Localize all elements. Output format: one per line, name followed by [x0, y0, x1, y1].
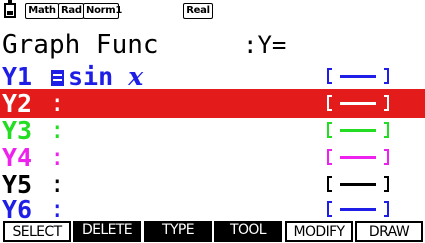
line-style-indicator[interactable] — [327, 201, 389, 219]
right-bracket-icon — [384, 68, 389, 84]
function-row-y4[interactable]: Y4: — [0, 143, 425, 172]
battery-icon — [4, 0, 16, 18]
fkey-modify-button[interactable]: MODIFY — [285, 221, 353, 242]
right-bracket-icon — [384, 201, 389, 217]
function-label: Y3 — [2, 116, 33, 145]
left-bracket-icon — [327, 95, 332, 111]
function-key-bar: SELECT DELETE TYPE TOOL MODIFY DRAW — [0, 219, 425, 243]
status-bar: Math Rad Norm1 Real — [0, 0, 425, 22]
line-style-indicator[interactable] — [327, 122, 389, 140]
line-style-icon — [340, 156, 376, 159]
line-style-indicator[interactable] — [327, 68, 389, 86]
line-style-icon — [340, 208, 376, 211]
left-bracket-icon — [327, 68, 332, 84]
right-bracket-icon — [384, 122, 389, 138]
function-colon: : — [50, 89, 65, 117]
right-bracket-icon — [384, 176, 389, 192]
graph-selected-equals-icon[interactable] — [51, 70, 64, 86]
fkey-select-button[interactable]: SELECT — [3, 221, 71, 242]
function-row-y2[interactable]: Y2: — [0, 89, 425, 118]
display-format-badge: Norm1 — [83, 3, 122, 19]
line-style-icon — [340, 75, 376, 78]
calculator-screen: Math Rad Norm1 Real Graph Func :Y= Y1 sin… — [0, 0, 425, 243]
fkey-draw-button[interactable]: DRAW — [355, 221, 423, 242]
line-style-icon — [340, 183, 376, 186]
right-bracket-icon — [384, 95, 389, 111]
line-style-icon — [340, 102, 376, 105]
function-label: Y2 — [2, 89, 33, 118]
line-style-indicator[interactable] — [327, 176, 389, 194]
fkey-tool-button[interactable]: TOOL — [214, 221, 282, 242]
function-row-y3[interactable]: Y3: — [0, 116, 425, 145]
left-bracket-icon — [327, 201, 332, 217]
page-title-suffix: :Y= — [243, 31, 287, 59]
fkey-delete-button[interactable]: DELETE — [73, 221, 141, 242]
right-bracket-icon — [384, 149, 389, 165]
function-colon: : — [50, 143, 65, 171]
line-style-indicator[interactable] — [327, 149, 389, 167]
line-style-indicator[interactable] — [327, 95, 389, 113]
function-expression[interactable]: sin x — [68, 62, 143, 91]
expression-function-name: sin — [68, 62, 129, 91]
complex-mode-badge: Real — [183, 3, 213, 19]
left-bracket-icon — [327, 122, 332, 138]
expression-variable: x — [128, 62, 144, 91]
line-style-icon — [340, 129, 376, 132]
fkey-type-button[interactable]: TYPE — [144, 221, 212, 242]
page-title: Graph Func — [2, 30, 159, 60]
function-colon: : — [50, 116, 65, 144]
function-row-y1[interactable]: Y1 sin x — [0, 62, 425, 91]
function-label: Y1 — [2, 62, 33, 91]
left-bracket-icon — [327, 176, 332, 192]
left-bracket-icon — [327, 149, 332, 165]
angle-input-mode-badge: Math — [25, 3, 59, 19]
function-label: Y4 — [2, 143, 33, 172]
angle-unit-badge: Rad — [58, 3, 84, 19]
